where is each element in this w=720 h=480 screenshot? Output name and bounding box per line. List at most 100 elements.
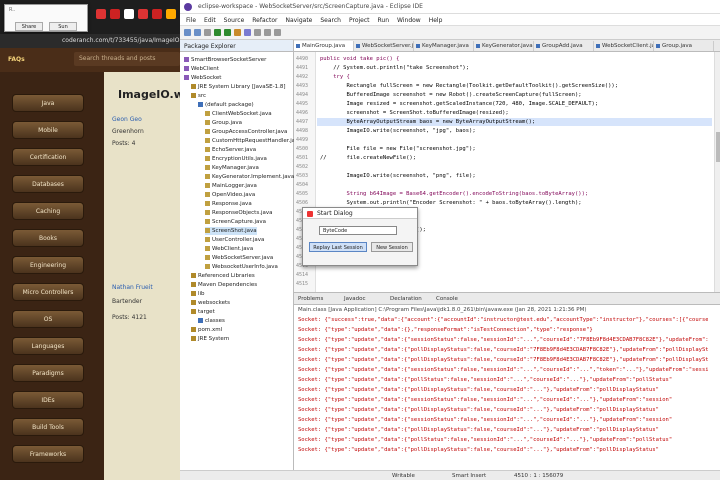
tab-favicon-icon[interactable] xyxy=(110,9,120,19)
category-button[interactable]: Caching xyxy=(12,202,84,220)
menu-item[interactable]: Edit xyxy=(200,14,220,25)
new-session-button[interactable]: New Session xyxy=(371,242,413,252)
category-button[interactable]: Micro Controllers xyxy=(12,283,84,301)
console-tab[interactable]: Problems xyxy=(298,296,323,302)
category-button[interactable]: Mobile xyxy=(12,121,84,139)
tree-item[interactable]: websockets xyxy=(191,299,230,307)
category-button[interactable]: Languages xyxy=(12,337,84,355)
category-button[interactable]: IDEs xyxy=(12,391,84,409)
tree-item[interactable]: WebSocket xyxy=(184,74,221,82)
run-icon[interactable] xyxy=(224,29,231,36)
back-icon[interactable] xyxy=(264,29,271,36)
print-icon[interactable] xyxy=(204,29,211,36)
new-icon[interactable] xyxy=(184,29,191,36)
tree-item[interactable]: Response.java xyxy=(205,200,252,208)
tree-item[interactable]: JRE System xyxy=(191,335,229,343)
package-explorer-tab[interactable]: Package Explorer xyxy=(180,40,293,52)
tree-item[interactable]: WebClient xyxy=(184,65,219,73)
category-button[interactable]: Build Tools xyxy=(12,418,84,436)
tree-item[interactable]: WebSocketServer.java xyxy=(205,254,273,262)
tree-item[interactable]: pom.xml xyxy=(191,326,222,334)
console-tab[interactable]: Javadoc xyxy=(344,296,366,302)
tree-item[interactable]: src xyxy=(191,92,206,100)
category-button[interactable]: Certification xyxy=(12,148,84,166)
category-button[interactable]: Books xyxy=(12,229,84,247)
tree-item[interactable]: Group.java xyxy=(205,119,242,127)
tree-item[interactable]: (default package) xyxy=(198,101,254,109)
tab-favicon-icon[interactable] xyxy=(138,9,148,19)
tree-item[interactable]: JRE System Library [JavaSE-1.8] xyxy=(191,83,286,91)
menu-item[interactable]: Navigate xyxy=(281,14,316,25)
tree-item[interactable]: EchoServer.java xyxy=(205,146,256,154)
editor-tab[interactable]: WebSocketServer.java xyxy=(354,41,414,51)
author-name[interactable]: Geon Geo xyxy=(112,116,142,123)
category-button[interactable]: Java xyxy=(12,94,84,112)
tree-item[interactable]: EncryptionUtils.java xyxy=(205,155,267,163)
category-button[interactable]: Databases xyxy=(12,175,84,193)
console-tab[interactable]: Declaration xyxy=(390,296,422,302)
tree-item[interactable]: KeyGenerator.Implement.java xyxy=(205,173,294,181)
tree-item[interactable]: ResponseObjects.java xyxy=(205,209,272,217)
tree-item[interactable]: classes xyxy=(198,317,225,325)
dialog-input[interactable]: ByteCode xyxy=(319,226,397,235)
menu-item[interactable]: Search xyxy=(316,14,345,25)
tree-item[interactable]: ClientWebSocket.java xyxy=(205,110,272,118)
editor-scrollbar[interactable] xyxy=(714,52,720,292)
menu-item[interactable]: Run xyxy=(374,14,394,25)
editor-tab[interactable]: Group.java xyxy=(654,41,714,51)
menu-item[interactable]: File xyxy=(182,14,200,25)
tree-item[interactable]: ScreenCapture.java xyxy=(205,218,266,226)
tree-item[interactable]: UserController.java xyxy=(205,236,264,244)
tree-item[interactable]: lib xyxy=(191,290,205,298)
save-icon[interactable] xyxy=(194,29,201,36)
menu-item[interactable]: Help xyxy=(425,14,447,25)
tree-item[interactable]: target xyxy=(191,308,215,316)
tree-item[interactable]: ScreenShot.java xyxy=(205,227,257,235)
window-titlebar[interactable]: eclipse-workspace - WebSocketServer/src/… xyxy=(180,0,720,14)
menu-item[interactable]: Project xyxy=(345,14,374,25)
category-button[interactable]: OS xyxy=(12,310,84,328)
editor-tab[interactable]: WebSocketClient.java xyxy=(594,41,654,51)
share-button[interactable]: Share xyxy=(15,22,43,31)
tree-item[interactable]: WebClient.java xyxy=(205,245,253,253)
tree-item[interactable]: GroupAccessController.java xyxy=(205,128,287,136)
dialog-title[interactable]: Start Dialog xyxy=(303,208,417,219)
category-button[interactable]: Paradigms xyxy=(12,364,84,382)
tree-item[interactable]: Maven Dependencies xyxy=(191,281,257,289)
author-name[interactable]: Nathan Frueit xyxy=(112,284,153,291)
editor-tab[interactable]: GroupAdd.java xyxy=(534,41,594,51)
forum-search-input[interactable]: Search threads and posts xyxy=(74,52,180,66)
tree-item[interactable]: WebsocketUserInfo.java xyxy=(205,263,278,271)
tab-favicon-icon[interactable] xyxy=(166,9,176,19)
debug-icon[interactable] xyxy=(214,29,221,36)
tree-item[interactable]: KeyManager.java xyxy=(205,164,259,172)
tree-item[interactable]: CustomHttpRequestHandler.java xyxy=(205,137,302,145)
scroll-thumb[interactable] xyxy=(716,132,720,162)
file-icon xyxy=(205,111,210,116)
search-icon[interactable] xyxy=(254,29,261,36)
address-bar[interactable]: coderanch.com/t/733455/java/ImageIO-writ… xyxy=(0,34,180,48)
tab-favicon-icon[interactable] xyxy=(96,9,106,19)
popup-secondary-button[interactable]: Sun xyxy=(49,22,77,31)
external-tools-icon[interactable] xyxy=(234,29,241,36)
menu-item[interactable]: Refactor xyxy=(248,14,281,25)
tree-item[interactable]: OpenVideo.java xyxy=(205,191,255,199)
tab-favicon-icon[interactable] xyxy=(124,9,134,19)
tree-item[interactable]: SmartBrowserSocketServer xyxy=(184,56,266,64)
tree-item[interactable]: Referenced Libraries xyxy=(191,272,255,280)
forward-icon[interactable] xyxy=(274,29,281,36)
category-button[interactable]: Frameworks xyxy=(12,445,84,463)
line-number: 4503 xyxy=(296,173,309,179)
replay-last-session-button[interactable]: Replay Last Session xyxy=(309,242,367,252)
menu-item[interactable]: Window xyxy=(393,14,425,25)
editor-tab[interactable]: MainGroup.java xyxy=(294,41,354,51)
menu-item[interactable]: Source xyxy=(220,14,249,25)
category-button[interactable]: Engineering xyxy=(12,256,84,274)
tab-favicon-icon[interactable] xyxy=(152,9,162,19)
new-class-icon[interactable] xyxy=(244,29,251,36)
faqs-link[interactable]: FAQs xyxy=(8,56,25,63)
console-tab[interactable]: Console xyxy=(436,296,458,302)
editor-tab[interactable]: KeyManager.java xyxy=(414,41,474,51)
tree-item[interactable]: MainLogger.java xyxy=(205,182,257,190)
editor-tab[interactable]: KeyGenerator.java xyxy=(474,41,534,51)
